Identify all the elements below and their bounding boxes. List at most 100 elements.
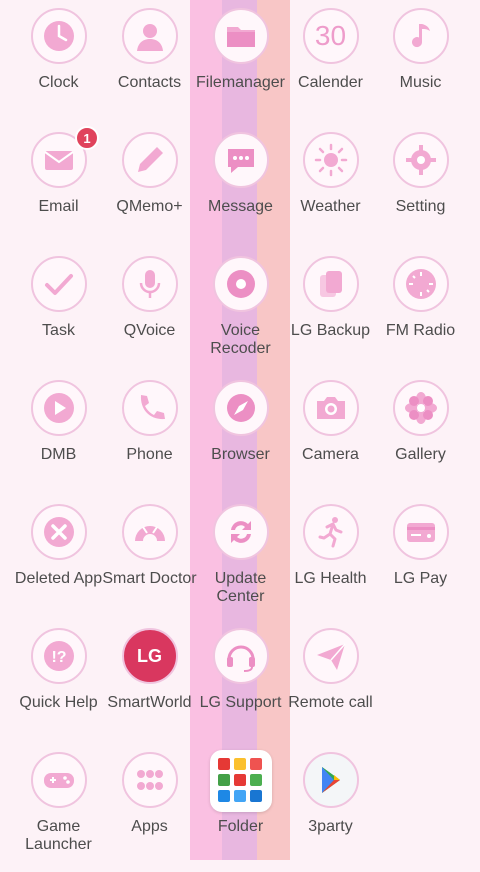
app-email[interactable]: 1 Email	[11, 126, 106, 252]
app-contacts[interactable]: Contacts	[102, 8, 197, 128]
app-qmemo[interactable]: QMemo+	[102, 132, 197, 252]
microphone-icon	[121, 256, 178, 312]
app-calender[interactable]: 30 Calender	[283, 8, 378, 128]
help-bubble-icon: !?	[30, 628, 87, 684]
gear-icon	[392, 132, 449, 188]
play-store-icon	[302, 752, 359, 808]
folder-icon	[212, 8, 269, 64]
app-label: LG Pay	[393, 570, 448, 587]
app-browser[interactable]: Browser	[193, 380, 288, 500]
app-folder[interactable]: Folder	[193, 750, 288, 872]
gmail-icon	[249, 758, 262, 770]
lg-logo-text: LG	[137, 645, 162, 666]
radio-dial-icon	[392, 256, 449, 312]
pencil-icon	[121, 132, 178, 188]
headset-icon	[212, 628, 269, 684]
contacts-icon	[121, 8, 178, 64]
flower-icon	[392, 380, 449, 436]
dots-grid-icon	[121, 752, 178, 808]
app-label: Update Center	[214, 570, 267, 605]
app-setting[interactable]: Setting	[373, 132, 468, 252]
chat-bubble-icon	[212, 132, 269, 188]
app-label: Filemanager	[196, 74, 285, 91]
calendar-icon: 30	[302, 8, 359, 64]
app-remote-call[interactable]: Remote call	[283, 628, 378, 748]
app-update-center[interactable]: Update Center	[193, 504, 288, 624]
app-grid: Clock Contacts Filemanager 30 Calender M…	[0, 0, 480, 860]
app-lg-health[interactable]: LG Health	[283, 504, 378, 624]
app-label: Browser	[211, 446, 270, 463]
svg-text:!?: !?	[51, 649, 66, 666]
play-movies-icon	[233, 774, 246, 786]
music-note-icon	[392, 8, 449, 64]
sun-icon	[302, 132, 359, 188]
camera-icon	[302, 380, 359, 436]
calendar-date: 30	[314, 20, 347, 51]
app-label: Smart Doctor	[102, 570, 197, 587]
play-icon	[30, 380, 87, 436]
app-label: Phone	[126, 446, 173, 463]
app-label: LG Support	[199, 694, 282, 711]
gamepad-icon	[30, 752, 87, 808]
app-label: 3party	[308, 818, 353, 835]
app-label: Folder	[217, 818, 264, 835]
app-label: Camera	[302, 446, 359, 463]
app-3party[interactable]: 3party	[283, 752, 378, 872]
app-quick-help[interactable]: !? Quick Help	[11, 628, 106, 748]
youtube-icon	[217, 758, 230, 770]
app-phone[interactable]: Phone	[102, 380, 197, 500]
app-camera[interactable]: Camera	[283, 380, 378, 500]
app-label: Setting	[395, 198, 446, 215]
refresh-icon	[212, 504, 269, 560]
app-label: Contacts	[117, 74, 182, 91]
credit-card-icon	[392, 504, 449, 560]
app-label: SmartWorld	[107, 694, 192, 711]
app-label: Music	[399, 74, 442, 91]
lg-logo-icon: LG	[121, 628, 178, 684]
app-label: Voice Recoder	[210, 322, 271, 357]
app-voice-recoder[interactable]: Voice Recoder	[193, 256, 288, 376]
folder-preview-icon	[209, 750, 272, 812]
app-deleted-app[interactable]: Deleted App	[11, 504, 106, 624]
app-label: Task	[42, 322, 75, 339]
app-gallery[interactable]: Gallery	[373, 380, 468, 500]
app-smart-doctor[interactable]: Smart Doctor	[102, 504, 197, 624]
app-lg-pay[interactable]: LG Pay	[373, 504, 468, 624]
photos-icon	[217, 774, 230, 786]
app-label: Gallery	[395, 446, 446, 463]
gauge-icon	[121, 504, 178, 560]
app-filemanager[interactable]: Filemanager	[193, 8, 288, 128]
app-lg-backup[interactable]: LG Backup	[283, 256, 378, 376]
app-label: Game Launcher	[25, 818, 92, 853]
app-label: FM Radio	[385, 322, 456, 339]
app-label: Remote call	[288, 694, 373, 711]
app-smartworld[interactable]: LG SmartWorld	[102, 628, 197, 748]
maps-icon	[249, 774, 262, 786]
app-label: QVoice	[123, 322, 176, 339]
app-label: Apps	[131, 818, 168, 835]
app-clock[interactable]: Clock	[11, 8, 106, 128]
app-label: Email	[38, 198, 79, 215]
app-qvoice[interactable]: QVoice	[102, 256, 197, 376]
app-label: QMemo+	[116, 198, 183, 215]
app-label: Deleted App	[14, 570, 103, 587]
paper-plane-icon	[302, 628, 359, 684]
drive-icon	[233, 758, 246, 770]
app-label: LG Backup	[290, 322, 371, 339]
app-weather[interactable]: Weather	[283, 132, 378, 252]
phone-icon	[121, 380, 178, 436]
app-task[interactable]: Task	[11, 256, 106, 376]
app-music[interactable]: Music	[373, 8, 468, 128]
app-fm-radio[interactable]: FM Radio	[373, 256, 468, 376]
app-game-launcher[interactable]: Game Launcher	[11, 752, 106, 872]
app-apps[interactable]: Apps	[102, 752, 197, 872]
app-label: Quick Help	[19, 694, 98, 711]
app-lg-support[interactable]: LG Support	[193, 628, 288, 748]
clock-icon	[30, 8, 87, 64]
backup-cards-icon	[302, 256, 359, 312]
close-circle-icon	[30, 504, 87, 560]
check-icon	[30, 256, 87, 312]
runner-icon	[302, 504, 359, 560]
app-dmb[interactable]: DMB	[11, 380, 106, 500]
app-message[interactable]: Message	[193, 132, 288, 252]
